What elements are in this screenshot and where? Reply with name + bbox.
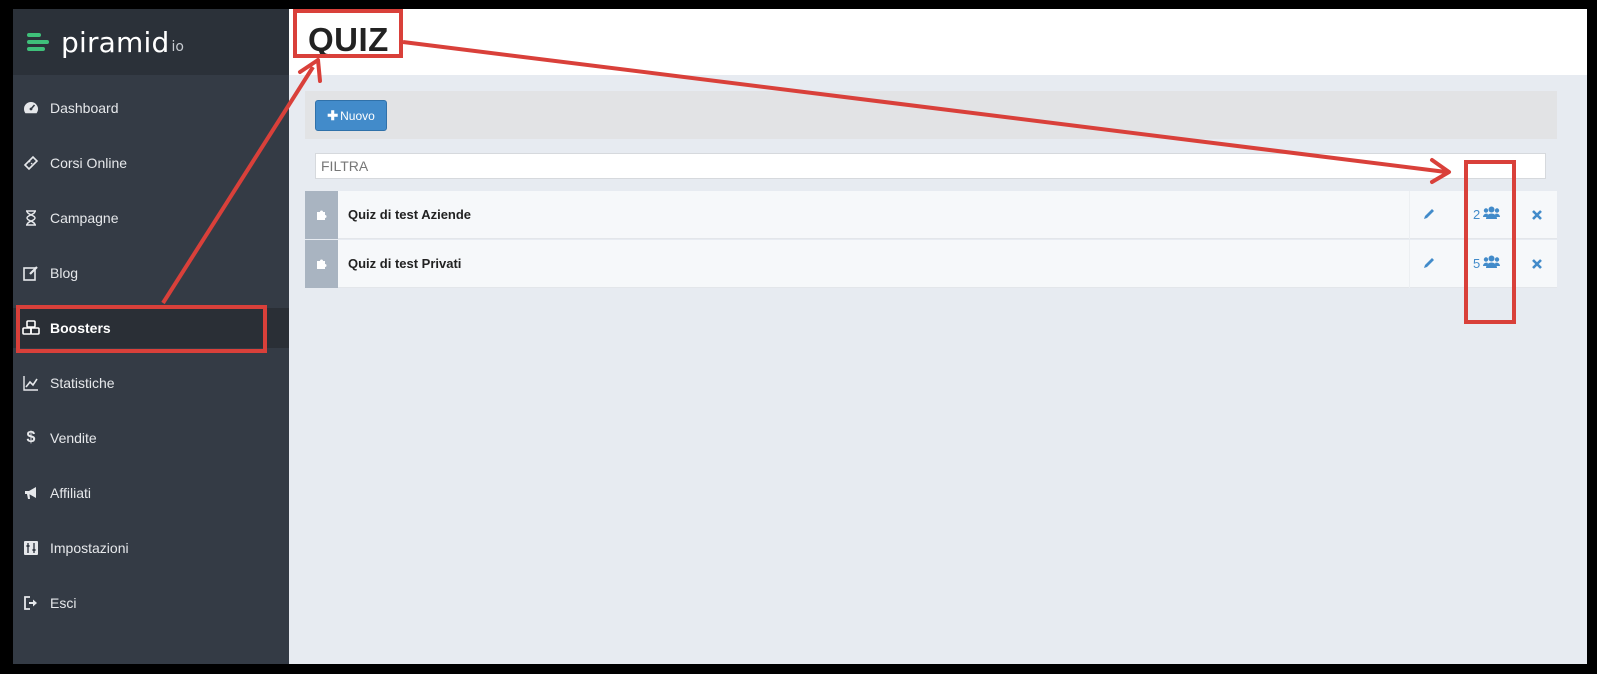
new-quiz-button[interactable]: ✚ Nuovo: [315, 100, 387, 131]
sidebar-item-impostazioni[interactable]: Impostazioni: [13, 528, 289, 568]
toolbar: ✚ Nuovo: [305, 91, 1557, 139]
header: QUIZ: [289, 9, 1587, 75]
puzzle-icon: [305, 191, 338, 239]
users-icon: [1483, 206, 1501, 222]
logo[interactable]: piramid io: [13, 9, 289, 75]
edit-icon: [22, 264, 40, 282]
sidebar-item-vendite[interactable]: $ Vendite: [13, 418, 289, 458]
dollar-icon: $: [26, 429, 36, 446]
participants-button[interactable]: 2: [1473, 206, 1501, 222]
sidebar-item-boosters[interactable]: Boosters: [13, 308, 289, 348]
brand-name: piramid: [61, 25, 170, 59]
pencil-icon[interactable]: [1422, 207, 1438, 223]
sidebar: piramid io Dashboard Corsi Online Campag…: [13, 9, 289, 664]
sidebar-item-dashboard[interactable]: Dashboard: [13, 88, 289, 128]
participants-count: 5: [1473, 255, 1481, 271]
sidebar-item-label: Dashboard: [50, 100, 119, 116]
sidebar-item-esci[interactable]: Esci: [13, 583, 289, 623]
bullhorn-icon: [22, 484, 40, 502]
new-button-label: Nuovo: [340, 108, 375, 123]
sidebar-item-label: Boosters: [50, 320, 111, 336]
quiz-title[interactable]: Quiz di test Aziende: [348, 207, 471, 222]
puzzle-icon: [305, 240, 338, 288]
sidebar-item-blog[interactable]: Blog: [13, 253, 289, 293]
pencil-icon[interactable]: [1422, 256, 1438, 272]
sidebar-item-campagne[interactable]: Campagne: [13, 198, 289, 238]
sliders-icon: [22, 539, 40, 557]
page-title: QUIZ: [308, 21, 389, 58]
sidebar-item-label: Statistiche: [50, 375, 115, 391]
sidebar-item-label: Vendite: [50, 430, 97, 446]
sidebar-item-affiliati[interactable]: Affiliati: [13, 473, 289, 513]
filter-input[interactable]: [315, 153, 1546, 179]
table-row[interactable]: Quiz di test Privati 5: [305, 240, 1557, 288]
tachometer-icon: [22, 99, 40, 117]
sidebar-item-label: Blog: [50, 265, 79, 281]
chart-line-icon: [22, 374, 40, 392]
participants-button[interactable]: 5: [1473, 255, 1501, 271]
plus-icon: ✚: [327, 107, 339, 123]
sidebar-item-corsi-online[interactable]: Corsi Online: [13, 143, 289, 183]
table-row[interactable]: Quiz di test Aziende 2: [305, 191, 1557, 239]
sidebar-item-label: Affiliati: [50, 485, 91, 501]
delete-icon[interactable]: [1531, 257, 1544, 270]
brand-suffix: io: [171, 39, 184, 55]
ticket-icon: [22, 154, 40, 172]
sidebar-item-label: Campagne: [50, 210, 119, 226]
app-window: piramid io Dashboard Corsi Online Campag…: [13, 9, 1587, 664]
participants-count: 2: [1473, 206, 1481, 222]
sidebar-item-statistiche[interactable]: Statistiche: [13, 363, 289, 403]
sidebar-item-label: Impostazioni: [50, 540, 129, 556]
logo-icon: [27, 29, 55, 55]
users-icon: [1483, 255, 1501, 271]
cubes-icon: [22, 319, 40, 337]
sign-out-icon: [22, 594, 40, 612]
sidebar-item-label: Corsi Online: [50, 155, 128, 171]
delete-icon[interactable]: [1531, 208, 1544, 221]
hourglass-icon: [22, 209, 40, 227]
sidebar-item-label: Esci: [50, 595, 77, 611]
quiz-title[interactable]: Quiz di test Privati: [348, 256, 461, 271]
